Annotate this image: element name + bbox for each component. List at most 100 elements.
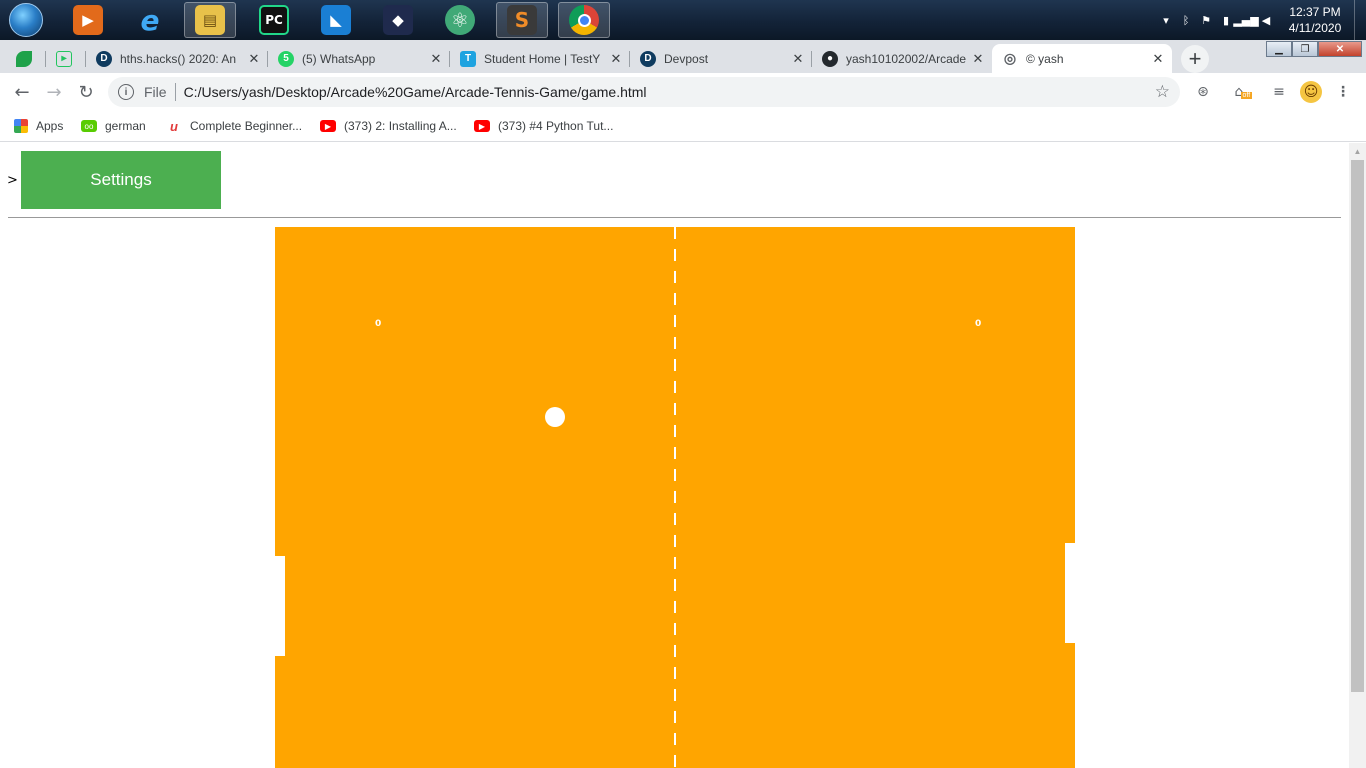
- tab-title: Devpost: [664, 51, 709, 66]
- arrow-right-icon: →: [46, 81, 62, 103]
- clock[interactable]: 12:37 PM 4/11/2020: [1276, 4, 1354, 36]
- volume-muted-icon[interactable]: ◀: [1256, 10, 1276, 30]
- youtube-icon: ▶: [474, 120, 490, 132]
- bookmark-apps[interactable]: Apps: [14, 116, 63, 136]
- globe-icon: ◎: [1003, 50, 1017, 66]
- github-icon: ●: [822, 50, 838, 67]
- network-signal-icon[interactable]: ▂▄▆: [1233, 10, 1258, 30]
- show-hidden-icons-icon[interactable]: ▾: [1156, 10, 1176, 30]
- close-icon[interactable]: ✕: [790, 51, 806, 67]
- start-button[interactable]: [6, 2, 46, 38]
- taskbar-app-media-player[interactable]: ▶: [62, 2, 114, 38]
- url-text[interactable]: C:/Users/yash/Desktop/Arcade%20Game/Arca…: [184, 84, 647, 100]
- scrollbar-thumb[interactable]: [1351, 160, 1364, 692]
- bookmark-youtube-installing[interactable]: ▶ (373) 2: Installing A...: [320, 116, 457, 136]
- url-scheme-label: File: [144, 84, 167, 100]
- minimize-button[interactable]: ▁: [1266, 41, 1292, 57]
- scroll-up-arrow-icon[interactable]: ▲: [1349, 143, 1366, 160]
- taskbar-app-pycharm[interactable]: PC: [248, 2, 300, 38]
- reload-icon: ↻: [78, 81, 94, 103]
- bluetooth-icon[interactable]: ᛒ: [1176, 10, 1196, 30]
- browser-tab-strip: ▸ D hths.hacks() 2020: An ✕ 5 (5) WhatsA…: [0, 40, 1366, 73]
- arrow-left-icon: ←: [14, 81, 30, 103]
- taskbar-app-sublime-text[interactable]: S: [496, 2, 548, 38]
- tab-yash-active[interactable]: ◎ © yash ✕: [992, 44, 1172, 73]
- close-icon[interactable]: ✕: [608, 51, 624, 67]
- udemy-icon: u: [170, 118, 178, 134]
- taskbar-app-file-explorer[interactable]: ▤: [184, 2, 236, 38]
- maximize-button[interactable]: ❐: [1292, 41, 1318, 57]
- address-bar[interactable]: i File C:/Users/yash/Desktop/Arcade%20Ga…: [108, 77, 1180, 107]
- close-icon[interactable]: ✕: [1150, 51, 1166, 67]
- bookmarks-bar: Apps oo german u Complete Beginner... ▶ …: [0, 110, 1366, 142]
- show-desktop-button[interactable]: [1354, 0, 1366, 40]
- forward-button[interactable]: →: [40, 78, 68, 106]
- reload-button[interactable]: ↻: [72, 78, 100, 106]
- menu-kebab-icon[interactable]: ⋮: [1332, 81, 1354, 103]
- extension-off-badge: off: [1240, 92, 1253, 99]
- steering-wheel-extension-icon[interactable]: ⊛: [1192, 81, 1214, 103]
- tab-pinned-2[interactable]: ▸: [46, 44, 86, 73]
- whatsapp-icon: 5: [278, 50, 294, 67]
- clock-date: 4/11/2020: [1288, 21, 1342, 35]
- tab-title: hths.hacks() 2020: An: [120, 51, 237, 66]
- right-player-score: 0: [975, 319, 982, 329]
- bookmark-youtube-python[interactable]: ▶ (373) #4 Python Tut...: [474, 116, 613, 136]
- media-queue-icon[interactable]: ≡: [1268, 81, 1290, 103]
- apps-grid-icon: [14, 119, 28, 133]
- internet-explorer-icon: e: [140, 3, 160, 37]
- tab-title: yash10102002/Arcade: [846, 51, 967, 66]
- tab-title: (5) WhatsApp: [302, 51, 376, 66]
- testyou-icon: T: [460, 50, 476, 67]
- divider: [174, 83, 176, 101]
- new-tab-button[interactable]: +: [1181, 45, 1209, 73]
- close-icon: ✕: [1335, 43, 1345, 55]
- taskbar-app-visual-studio[interactable]: ◆: [372, 2, 424, 38]
- horizontal-rule: [8, 217, 1341, 218]
- bookmark-star-icon[interactable]: ☆: [1155, 82, 1170, 102]
- atom-icon: ⚛: [445, 5, 475, 35]
- taskbar-app-chrome[interactable]: [558, 2, 610, 38]
- file-explorer-icon: ▤: [195, 5, 225, 35]
- extension-off-icon[interactable]: ⌂ off: [1228, 81, 1253, 103]
- tab-pinned-1[interactable]: [6, 44, 46, 73]
- bookmark-german[interactable]: oo german: [81, 116, 146, 136]
- tab-whatsapp[interactable]: 5 (5) WhatsApp ✕: [268, 44, 450, 73]
- right-paddle: [1065, 543, 1075, 643]
- center-net-line: [674, 227, 676, 768]
- chrome-icon: [569, 5, 599, 35]
- close-icon[interactable]: ✕: [970, 51, 986, 67]
- vertical-scrollbar[interactable]: ▲: [1349, 143, 1366, 768]
- browser-toolbar: ← → ↻ i File C:/Users/yash/Desktop/Arcad…: [0, 73, 1366, 110]
- tab-hths-hacks[interactable]: D hths.hacks() 2020: An ✕: [86, 44, 268, 73]
- bookmark-complete-beginner[interactable]: u Complete Beginner...: [166, 116, 302, 136]
- tab-devpost[interactable]: D Devpost ✕: [630, 44, 812, 73]
- back-button[interactable]: ←: [8, 78, 36, 106]
- taskbar-app-atom[interactable]: ⚛: [434, 2, 486, 38]
- duolingo-icon: oo: [81, 120, 97, 132]
- tab-github-arcade[interactable]: ● yash10102002/Arcade ✕: [812, 44, 992, 73]
- close-icon[interactable]: ✕: [428, 51, 444, 67]
- tab-title: Student Home | TestY: [484, 51, 601, 66]
- profile-avatar-icon[interactable]: ☺: [1300, 81, 1322, 103]
- leaf-icon: [16, 50, 32, 67]
- left-paddle[interactable]: [275, 556, 285, 656]
- close-icon[interactable]: ✕: [246, 51, 262, 67]
- system-tray: ▾ ᛒ ⚑ ▮ ▂▄▆ ◀ 12:37 PM 4/11/2020: [1156, 0, 1366, 40]
- bookmark-label: Apps: [36, 119, 64, 133]
- pycharm-icon: PC: [259, 5, 289, 35]
- taskbar-app-vscode[interactable]: ◣: [310, 2, 362, 38]
- sublime-text-icon: S: [507, 5, 537, 35]
- info-icon[interactable]: i: [118, 84, 134, 100]
- bookmark-label: german: [105, 119, 146, 133]
- devpost-icon: D: [96, 50, 112, 67]
- settings-button[interactable]: Settings: [21, 151, 221, 209]
- taskbar-app-internet-explorer[interactable]: e: [124, 2, 176, 38]
- action-center-flag-icon[interactable]: ⚑: [1196, 10, 1216, 30]
- youtube-icon: ▶: [320, 120, 336, 132]
- tab-student-home[interactable]: T Student Home | TestY ✕: [450, 44, 630, 73]
- vscode-icon: ◣: [321, 5, 351, 35]
- plus-icon: +: [1188, 46, 1202, 71]
- tennis-game-canvas[interactable]: 0 0: [275, 227, 1075, 768]
- close-window-button[interactable]: ✕: [1318, 41, 1362, 57]
